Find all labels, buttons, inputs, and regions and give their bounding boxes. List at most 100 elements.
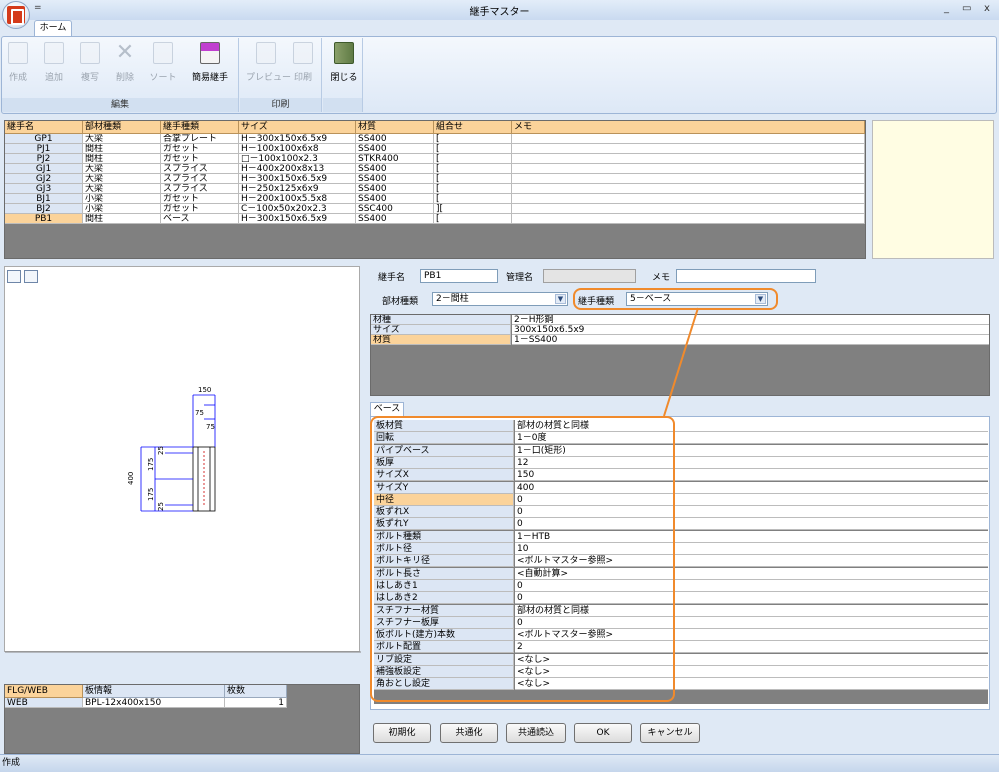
cell-joint-type[interactable]: スプライス <box>161 184 239 194</box>
cell-joint-type[interactable]: ガセット <box>161 144 239 154</box>
cell-combination[interactable]: [ <box>434 144 512 154</box>
select-tool-icon[interactable] <box>7 270 21 283</box>
cell-size[interactable]: C－100x50x20x2.3 <box>239 204 356 214</box>
cell-joint-type[interactable]: ガセット <box>161 204 239 214</box>
cell-memo[interactable] <box>512 204 865 214</box>
cell-material[interactable]: SSC400 <box>356 204 434 214</box>
simple-joint-button[interactable]: 簡易継手 <box>192 42 228 92</box>
common-button[interactable]: 共通化 <box>440 723 498 743</box>
plate-cell-info[interactable]: BPL-12x400x150 <box>83 698 225 708</box>
table-row[interactable]: PB1 間柱 ベース H－300x150x6.5x9 SS400[ <box>5 214 865 224</box>
table-row[interactable]: GJ2 大梁 スプライス H－300x150x6.5x9 SS400[ <box>5 174 865 184</box>
cell-size[interactable]: H－300x150x6.5x9 <box>239 214 356 224</box>
table-row[interactable]: GP1 大梁 合掌プレート H－300x150x6.5x9 SS400[ <box>5 134 865 144</box>
cell-joint-name[interactable]: GJ2 <box>5 174 83 184</box>
cell-member-type[interactable]: 大梁 <box>83 174 161 184</box>
preview-button[interactable]: プレビュー <box>246 42 291 92</box>
table-row[interactable]: PJ2 間柱 ガセット □－100x100x2.3 STKR400[ <box>5 154 865 164</box>
cell-combination[interactable]: ][ <box>434 204 512 214</box>
cell-size[interactable]: □－100x100x2.3 <box>239 154 356 164</box>
cell-memo[interactable] <box>512 174 865 184</box>
member-type-select[interactable]: 2－間柱 ▼ <box>432 292 568 306</box>
table-row[interactable]: GJ1 大梁 スプライス H－400x200x8x13 SS400[ <box>5 164 865 174</box>
col-combination[interactable]: 組合せ <box>434 121 512 134</box>
col-joint-name[interactable]: 継手名 <box>5 121 83 134</box>
col-member-type[interactable]: 部材種類 <box>83 121 161 134</box>
cell-size[interactable]: H－400x200x8x13 <box>239 164 356 174</box>
col-memo[interactable]: メモ <box>512 121 865 134</box>
cancel-button[interactable]: キャンセル <box>640 723 700 743</box>
create-button[interactable]: 作成 <box>4 42 32 92</box>
cell-member-type[interactable]: 大梁 <box>83 164 161 174</box>
cell-combination[interactable]: [ <box>434 214 512 224</box>
restore-button[interactable]: ▭ <box>962 3 971 14</box>
cell-combination[interactable]: [ <box>434 174 512 184</box>
common-read-button[interactable]: 共通読込 <box>506 723 566 743</box>
memo-input[interactable] <box>676 269 816 283</box>
col-size[interactable]: サイズ <box>239 121 356 134</box>
table-row[interactable]: PJ1 間柱 ガセット H－100x100x6x8 SS400[ <box>5 144 865 154</box>
cell-joint-type[interactable]: スプライス <box>161 164 239 174</box>
cell-member-type[interactable]: 大梁 <box>83 184 161 194</box>
cell-memo[interactable] <box>512 214 865 224</box>
cell-size[interactable]: H－300x150x6.5x9 <box>239 134 356 144</box>
cell-joint-type[interactable]: スプライス <box>161 174 239 184</box>
cell-size[interactable]: H－100x100x6x8 <box>239 144 356 154</box>
col-joint-type[interactable]: 継手種類 <box>161 121 239 134</box>
tab-base[interactable]: ベース <box>370 402 404 416</box>
cell-material[interactable]: STKR400 <box>356 154 434 164</box>
cell-joint-type[interactable]: ベース <box>161 214 239 224</box>
ok-button[interactable]: OK <box>574 723 632 743</box>
cell-member-type[interactable]: 小梁 <box>83 204 161 214</box>
joint-name-input[interactable]: PB1 <box>420 269 498 283</box>
cell-combination[interactable]: [ <box>434 134 512 144</box>
cell-size[interactable]: H－300x150x6.5x9 <box>239 174 356 184</box>
prop-value[interactable]: 2－H形鋼 <box>512 315 989 325</box>
cell-joint-name[interactable]: GJ3 <box>5 184 83 194</box>
cell-size[interactable]: H－250x125x6x9 <box>239 184 356 194</box>
cell-size[interactable]: H－200x100x5.5x8 <box>239 194 356 204</box>
cell-joint-name[interactable]: BJ1 <box>5 194 83 204</box>
cell-joint-name[interactable]: PJ1 <box>5 144 83 154</box>
cell-joint-name[interactable]: PB1 <box>5 214 83 224</box>
cell-joint-type[interactable]: ガセット <box>161 194 239 204</box>
init-button[interactable]: 初期化 <box>373 723 431 743</box>
manage-name-input[interactable] <box>543 269 636 283</box>
close-button[interactable]: x <box>984 3 990 14</box>
cell-member-type[interactable]: 間柱 <box>83 144 161 154</box>
delete-button[interactable]: ✕ 削除 <box>111 42 139 92</box>
print-button[interactable]: 印刷 <box>289 42 317 92</box>
cell-joint-name[interactable]: PJ2 <box>5 154 83 164</box>
cell-joint-name[interactable]: GJ1 <box>5 164 83 174</box>
sort-button[interactable]: ソート <box>149 42 177 92</box>
cell-material[interactable]: SS400 <box>356 184 434 194</box>
cell-material[interactable]: SS400 <box>356 214 434 224</box>
cell-joint-name[interactable]: BJ2 <box>5 204 83 214</box>
cell-memo[interactable] <box>512 164 865 174</box>
minimize-button[interactable]: _ <box>944 3 949 14</box>
prop-value[interactable]: 1－SS400 <box>512 335 989 345</box>
table-tool-icon[interactable] <box>24 270 38 283</box>
cell-material[interactable]: SS400 <box>356 194 434 204</box>
prop-value[interactable]: 300x150x6.5x9 <box>512 325 989 335</box>
cell-material[interactable]: SS400 <box>356 174 434 184</box>
table-row[interactable]: GJ3 大梁 スプライス H－250x125x6x9 SS400[ <box>5 184 865 194</box>
cell-combination[interactable]: [ <box>434 184 512 194</box>
cell-member-type[interactable]: 小梁 <box>83 194 161 204</box>
copy-button[interactable]: 複写 <box>76 42 104 92</box>
cell-member-type[interactable]: 間柱 <box>83 214 161 224</box>
tab-home[interactable]: ホーム <box>34 20 72 36</box>
plate-cell-type[interactable]: WEB <box>5 698 83 708</box>
cell-joint-type[interactable]: ガセット <box>161 154 239 164</box>
cell-combination[interactable]: [ <box>434 164 512 174</box>
close-dialog-button[interactable]: 閉じる <box>330 42 358 92</box>
cell-memo[interactable] <box>512 194 865 204</box>
cell-memo[interactable] <box>512 144 865 154</box>
cell-memo[interactable] <box>512 184 865 194</box>
table-row[interactable]: BJ2 小梁 ガセット C－100x50x20x2.3 SSC400][ <box>5 204 865 214</box>
cell-joint-type[interactable]: 合掌プレート <box>161 134 239 144</box>
chevron-down-icon[interactable]: ▼ <box>555 294 566 304</box>
plate-cell-count[interactable]: 1 <box>225 698 287 708</box>
col-material[interactable]: 材質 <box>356 121 434 134</box>
add-button[interactable]: 追加 <box>40 42 68 92</box>
